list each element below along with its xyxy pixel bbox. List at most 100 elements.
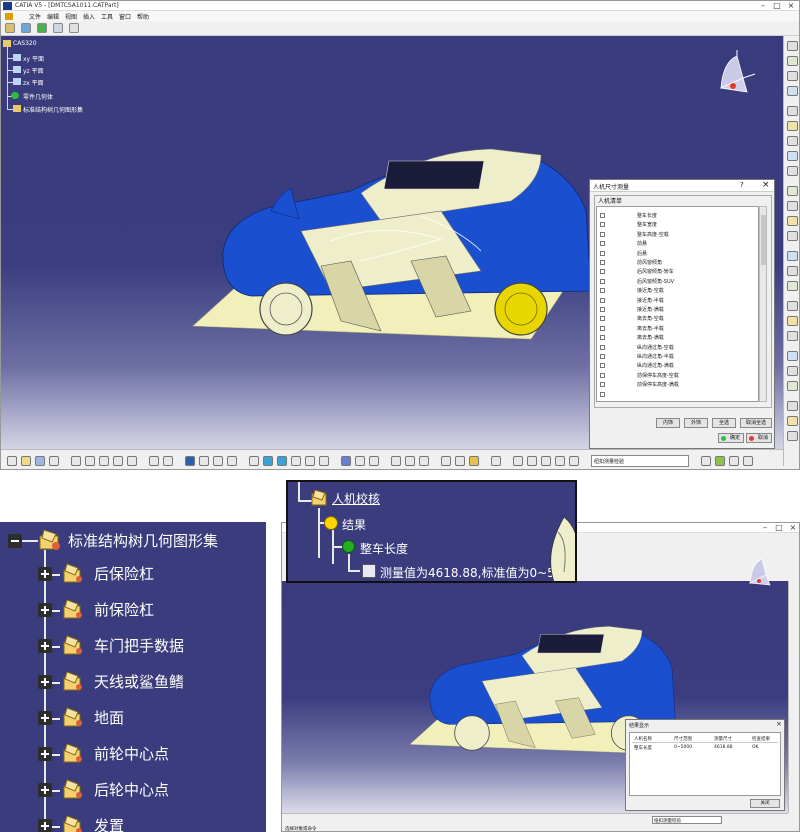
- pan-icon[interactable]: [227, 456, 237, 466]
- menu-help[interactable]: 帮助: [137, 12, 149, 21]
- fly-icon[interactable]: [199, 456, 209, 466]
- tool-button[interactable]: [787, 316, 798, 326]
- close-icon[interactable]: ×: [762, 180, 770, 190]
- interior-button[interactable]: 内饰: [656, 418, 680, 428]
- status-dropdown[interactable]: 纽扣测量检验: [591, 455, 689, 467]
- list-item[interactable]: 离去角-半载: [597, 324, 758, 333]
- check-icon[interactable]: [37, 23, 47, 33]
- expand-icon[interactable]: [38, 783, 52, 797]
- tool-icon[interactable]: [569, 456, 579, 466]
- list-item[interactable]: 整车高度-空载: [597, 230, 758, 239]
- tree-result[interactable]: 结果: [342, 516, 366, 533]
- tool-button[interactable]: [787, 351, 798, 361]
- checkbox[interactable]: [600, 297, 605, 303]
- expand-icon[interactable]: [38, 711, 52, 725]
- measure-item-icon[interactable]: [405, 456, 415, 466]
- expand-icon[interactable]: [38, 567, 52, 581]
- list-item[interactable]: 接近角-空载: [597, 286, 758, 295]
- new-icon[interactable]: [7, 456, 17, 466]
- app-menu-icon[interactable]: [5, 13, 13, 20]
- tool-icon[interactable]: [53, 23, 63, 33]
- checkbox[interactable]: [600, 231, 605, 237]
- tool-button[interactable]: [787, 281, 798, 291]
- tool-button[interactable]: [787, 201, 798, 211]
- tree-vehicle-length[interactable]: 整车长度: [360, 540, 408, 557]
- view-icon[interactable]: [185, 456, 195, 466]
- iso-view-icon[interactable]: [319, 456, 329, 466]
- menu-file[interactable]: 文件: [29, 12, 41, 21]
- car-model[interactable]: [181, 121, 601, 341]
- tree-child-node[interactable]: 前轮中心点: [94, 743, 169, 764]
- tree-child-node[interactable]: 后轮中心点: [94, 779, 169, 800]
- swap-icon[interactable]: [369, 456, 379, 466]
- tool-button[interactable]: [787, 301, 798, 311]
- tool-icon[interactable]: [715, 456, 725, 466]
- tool-button[interactable]: [787, 186, 798, 196]
- shading-icon[interactable]: [341, 456, 351, 466]
- checkbox[interactable]: [600, 335, 605, 341]
- expand-icon[interactable]: [38, 675, 52, 689]
- close-icon[interactable]: ×: [786, 523, 799, 532]
- deselect-all-button[interactable]: 取消全选: [740, 418, 772, 428]
- list-item[interactable]: 离去角-空载: [597, 314, 758, 323]
- tool-button[interactable]: [787, 136, 798, 146]
- tool-icon[interactable]: [455, 456, 465, 466]
- list-item[interactable]: 纵向通过角-空载: [597, 343, 758, 352]
- collapse-icon[interactable]: [8, 534, 22, 548]
- expand-icon[interactable]: [38, 603, 52, 617]
- tree-ergonomics-check[interactable]: 人机校核: [332, 490, 380, 507]
- list-item[interactable]: 后风窗倾角-轿车: [597, 267, 758, 276]
- tree-xy-plane[interactable]: xy 平面: [23, 54, 44, 63]
- open-icon[interactable]: [21, 456, 31, 466]
- tree-child-node[interactable]: 发置: [94, 815, 124, 832]
- tree-child-node[interactable]: 地面: [94, 707, 124, 728]
- expand-icon[interactable]: [38, 639, 52, 653]
- tool-button[interactable]: [787, 381, 798, 391]
- tool-button[interactable]: [787, 266, 798, 276]
- checkbox[interactable]: [600, 382, 605, 388]
- tool-icon[interactable]: [513, 456, 523, 466]
- menu-edit[interactable]: 编辑: [47, 12, 59, 21]
- tree-child-node[interactable]: 后保险杠: [94, 563, 154, 584]
- hide-show-icon[interactable]: [355, 456, 365, 466]
- checkbox[interactable]: [600, 269, 605, 275]
- tool-button[interactable]: [787, 431, 798, 441]
- multi-view-icon[interactable]: [305, 456, 315, 466]
- tree-root[interactable]: CAS320: [13, 40, 37, 47]
- list-item[interactable]: 接近角-满载: [597, 305, 758, 314]
- list-item[interactable]: 离去角-满载: [597, 333, 758, 342]
- checkbox[interactable]: [600, 354, 605, 359]
- list-item[interactable]: 后悬: [597, 249, 758, 258]
- list-item[interactable]: 后风窗倾角-SUV: [597, 277, 758, 286]
- tool-icon[interactable]: [743, 456, 753, 466]
- list-item[interactable]: 整车长度: [597, 211, 758, 220]
- tool-button[interactable]: [787, 401, 798, 411]
- formula-icon[interactable]: [149, 456, 159, 466]
- checkbox[interactable]: [600, 344, 605, 350]
- cancel-button[interactable]: 取消: [746, 433, 772, 443]
- tool-icon[interactable]: [555, 456, 565, 466]
- cut-icon[interactable]: [71, 456, 81, 466]
- status-dropdown[interactable]: 纽扣测量检验: [652, 816, 722, 824]
- zoom-out-icon[interactable]: [277, 456, 287, 466]
- maximize-icon[interactable]: □: [770, 1, 784, 10]
- list-item[interactable]: 整车宽度: [597, 220, 758, 229]
- measure-inertia-icon[interactable]: [419, 456, 429, 466]
- copy-icon[interactable]: [85, 456, 95, 466]
- fit-icon[interactable]: [213, 456, 223, 466]
- tool-button[interactable]: [787, 366, 798, 376]
- tree-child-node[interactable]: 前保险杠: [94, 599, 154, 620]
- help-icon[interactable]: ?: [740, 181, 744, 189]
- tool-button[interactable]: [787, 41, 798, 51]
- exterior-button[interactable]: 外饰: [684, 418, 708, 428]
- zoom-in-icon[interactable]: [263, 456, 273, 466]
- checkbox[interactable]: [600, 250, 605, 256]
- checkbox[interactable]: [600, 307, 605, 312]
- measure-icon[interactable]: [21, 23, 31, 33]
- list-item[interactable]: [597, 390, 758, 399]
- tool-button[interactable]: [787, 166, 798, 176]
- redo-icon[interactable]: [127, 456, 137, 466]
- list-item[interactable]: 接近角-半载: [597, 296, 758, 305]
- ok-button[interactable]: 确定: [718, 433, 744, 443]
- checkbox[interactable]: [600, 260, 605, 265]
